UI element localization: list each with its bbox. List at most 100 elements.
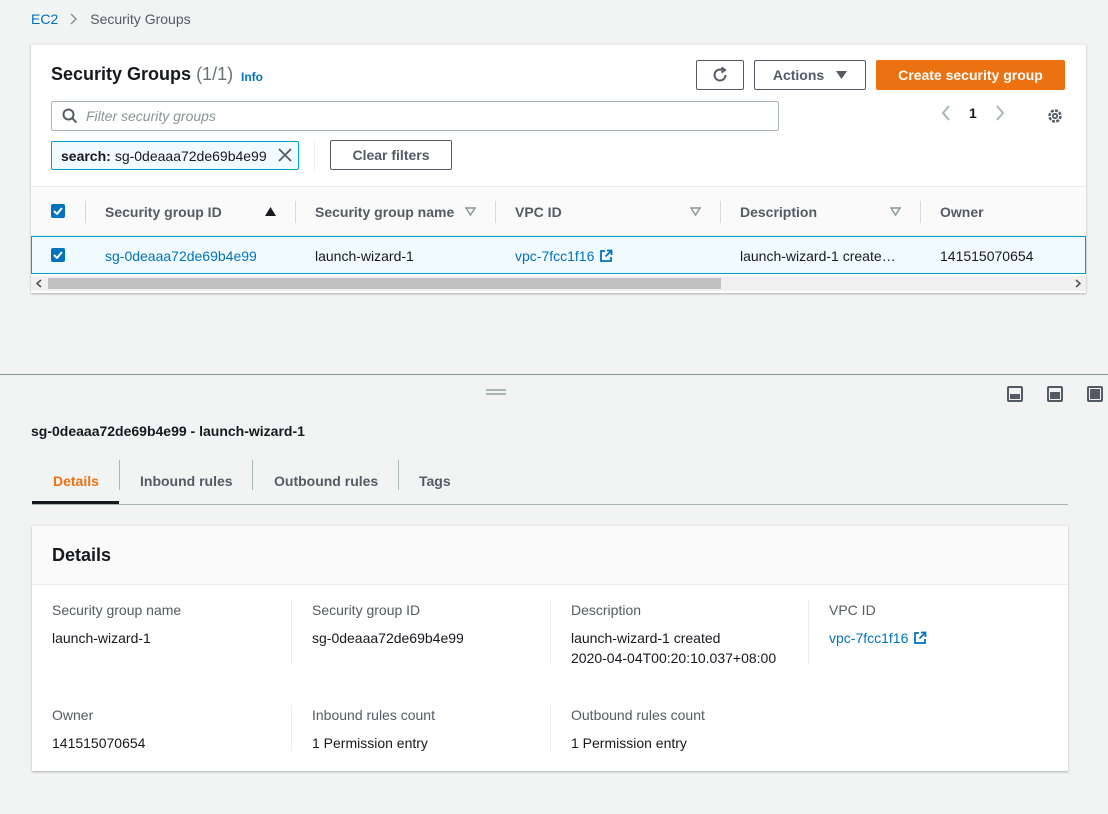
- kv-owner: Owner 141515070654: [52, 707, 292, 753]
- row-owner: 141515070654: [940, 248, 1034, 264]
- panel-title-text: Security Groups: [51, 64, 192, 84]
- breadcrumb-current: Security Groups: [90, 11, 191, 27]
- row-description: launch-wizard-1 create…: [740, 248, 896, 264]
- tab-divider: [119, 460, 120, 490]
- close-icon[interactable]: [278, 148, 292, 162]
- details-header: Details: [32, 526, 1068, 585]
- kv-label: Security group ID: [312, 602, 421, 618]
- refresh-button[interactable]: [696, 60, 744, 90]
- kv-inbound-rules-count: Inbound rules count 1 Permission entry: [312, 707, 552, 753]
- caret-down-icon: [836, 71, 848, 79]
- column-divider: [295, 201, 296, 223]
- column-header-owner[interactable]: Owner: [940, 187, 984, 237]
- filter-search-box[interactable]: [51, 101, 779, 131]
- vpc-link[interactable]: vpc-7fcc1f16: [829, 628, 908, 648]
- kv-label: Outbound rules count: [571, 707, 705, 723]
- panel-title: Security Groups (1/1): [51, 64, 233, 85]
- split-bottom-icon[interactable]: [1007, 386, 1023, 402]
- details-heading: Details: [52, 545, 112, 565]
- pagination: 1: [941, 105, 1005, 121]
- next-page-icon[interactable]: [995, 105, 1005, 121]
- sort-icon[interactable]: [465, 207, 476, 216]
- split-panel-border: [0, 374, 1108, 375]
- drag-handle-icon[interactable]: [486, 389, 506, 395]
- tab-outbound-rules[interactable]: Outbound rules: [274, 458, 378, 504]
- column-divider: [550, 705, 551, 751]
- filter-token-key: search:: [61, 147, 111, 164]
- column-divider: [291, 705, 292, 751]
- filter-divider: [314, 141, 315, 171]
- tab-tags[interactable]: Tags: [419, 458, 451, 504]
- details-container: Details Security group name launch-wizar…: [32, 525, 1068, 771]
- security-groups-panel: Security Groups (1/1) Info Actions Creat…: [31, 44, 1086, 293]
- actions-label: Actions: [772, 67, 825, 83]
- column-header-security-group-name[interactable]: Security group name: [315, 187, 454, 237]
- kv-value: launch-wizard-1 created 2020-04-04T00:20…: [571, 628, 811, 668]
- search-icon: [62, 108, 78, 124]
- split-full-icon[interactable]: [1087, 386, 1103, 402]
- description-line: 2020-04-04T00:20:10.037+08:00: [571, 650, 777, 666]
- active-tab-indicator: [32, 501, 119, 504]
- split-half-icon[interactable]: [1047, 386, 1063, 402]
- row-vpc-link[interactable]: vpc-7fcc1f16: [515, 248, 594, 264]
- selection-count: (1/1): [196, 64, 234, 84]
- column-divider: [85, 201, 86, 223]
- description-line: launch-wizard-1 created: [571, 630, 721, 646]
- row-vpc-cell: vpc-7fcc1f16: [515, 237, 613, 275]
- kv-label: Security group name: [52, 602, 182, 618]
- kv-outbound-rules-count: Outbound rules count 1 Permission entry: [571, 707, 811, 753]
- filter-token: search: sg-0deaaa72de69b4e99: [51, 141, 299, 170]
- column-divider: [808, 600, 809, 664]
- external-link-icon: [599, 249, 613, 263]
- kv-value: sg-0deaaa72de69b4e99: [312, 630, 464, 646]
- clear-filters-button[interactable]: Clear filters: [330, 140, 452, 170]
- table-row[interactable]: sg-0deaaa72de69b4e99 launch-wizard-1 vpc…: [31, 236, 1086, 274]
- external-link-icon: [913, 631, 927, 645]
- info-link[interactable]: Info: [241, 70, 263, 84]
- chevron-right-icon: [70, 13, 78, 25]
- column-header-description[interactable]: Description: [740, 187, 817, 237]
- kv-value: 141515070654: [52, 735, 146, 751]
- actions-button[interactable]: Actions: [754, 60, 866, 90]
- column-header-security-group-id[interactable]: Security group ID: [105, 187, 222, 237]
- tab-divider: [252, 460, 253, 490]
- gear-icon[interactable]: [1046, 107, 1064, 128]
- sort-icon[interactable]: [690, 207, 701, 216]
- breadcrumb: EC2 Security Groups: [31, 11, 191, 27]
- split-panel-title: sg-0deaaa72de69b4e99 - launch-wizard-1: [31, 423, 305, 439]
- kv-vpc-id: VPC ID vpc-7fcc1f16: [829, 602, 1069, 648]
- tab-details[interactable]: Details: [53, 458, 99, 504]
- column-divider: [495, 201, 496, 223]
- row-security-group-id-link[interactable]: sg-0deaaa72de69b4e99: [105, 237, 257, 275]
- row-security-group-name: launch-wizard-1: [315, 248, 414, 264]
- breadcrumb-ec2-link[interactable]: EC2: [31, 11, 58, 27]
- sort-ascending-icon[interactable]: [265, 207, 276, 216]
- filter-input[interactable]: [86, 108, 736, 124]
- horizontal-scrollbar[interactable]: [31, 276, 1086, 291]
- table-header: Security group ID Security group name VP…: [31, 186, 1086, 236]
- kv-label: Owner: [52, 707, 94, 723]
- column-divider: [720, 201, 721, 223]
- detail-tabs: Details Inbound rules Outbound rules Tag…: [32, 458, 1068, 505]
- scroll-left-icon[interactable]: [34, 278, 44, 289]
- kv-label: VPC ID: [829, 602, 876, 618]
- current-page[interactable]: 1: [969, 105, 977, 121]
- column-header-vpc-id[interactable]: VPC ID: [515, 187, 562, 237]
- select-all-checkbox[interactable]: [51, 204, 65, 218]
- kv-label: Description: [571, 602, 642, 618]
- tab-divider: [398, 460, 399, 490]
- column-divider: [920, 201, 921, 223]
- kv-security-group-id: Security group ID sg-0deaaa72de69b4e99: [312, 602, 552, 648]
- kv-value: vpc-7fcc1f16: [829, 628, 1069, 648]
- kv-security-group-name: Security group name launch-wizard-1: [52, 602, 292, 648]
- scroll-right-icon[interactable]: [1073, 278, 1083, 289]
- create-security-group-button[interactable]: Create security group: [876, 60, 1065, 90]
- scrollbar-thumb[interactable]: [48, 278, 721, 289]
- tab-inbound-rules[interactable]: Inbound rules: [140, 458, 233, 504]
- filter-token-value: sg-0deaaa72de69b4e99: [114, 147, 267, 164]
- sort-icon[interactable]: [890, 207, 901, 216]
- row-checkbox[interactable]: [51, 248, 65, 262]
- previous-page-icon[interactable]: [941, 105, 951, 121]
- kv-value: 1 Permission entry: [312, 735, 428, 751]
- column-divider: [291, 600, 292, 664]
